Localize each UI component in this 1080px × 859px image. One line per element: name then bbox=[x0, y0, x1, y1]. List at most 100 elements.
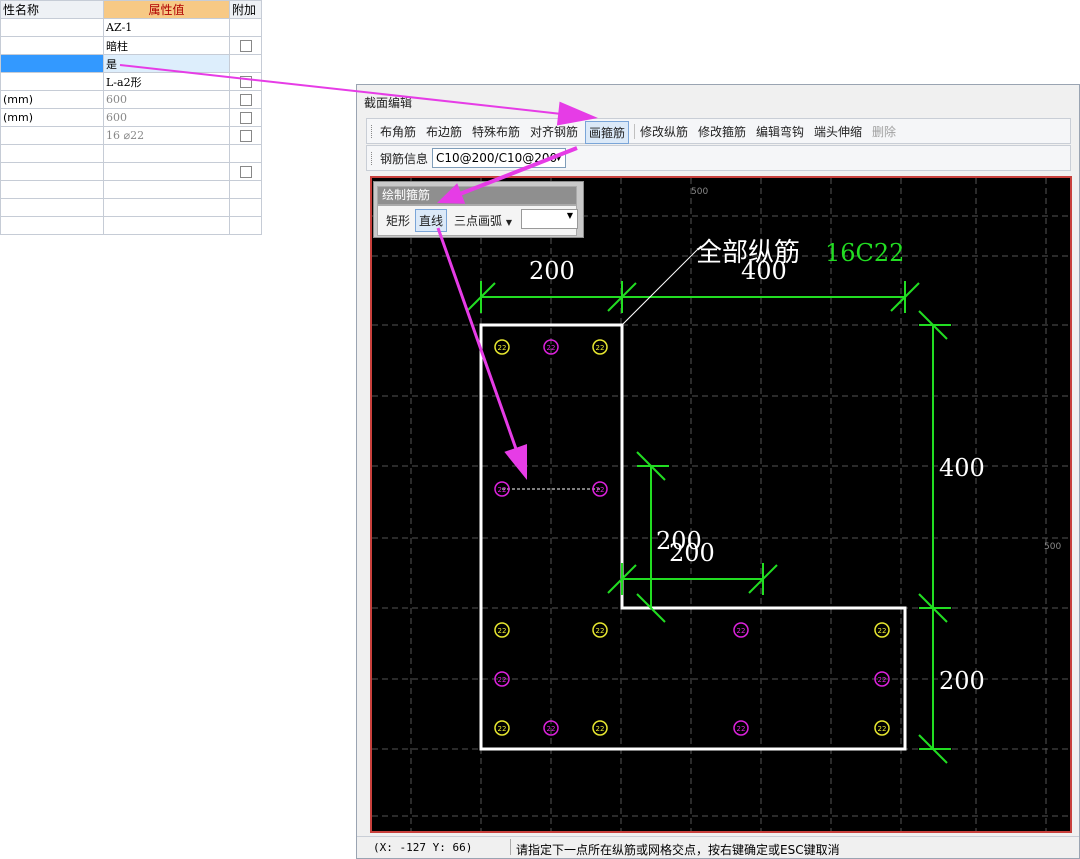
table-row[interactable] bbox=[0, 198, 262, 217]
rebar-label: 22 bbox=[737, 725, 746, 733]
attach-checkbox[interactable] bbox=[240, 40, 252, 52]
grid-label: 500 bbox=[1044, 542, 1061, 552]
property-extra bbox=[229, 198, 262, 217]
property-name bbox=[0, 144, 104, 163]
align-rebar-button[interactable]: 对齐钢筋 bbox=[530, 123, 578, 140]
draw-stirrup-button[interactable]: 画箍筋 bbox=[585, 121, 630, 144]
table-row[interactable] bbox=[0, 144, 262, 163]
rebar-label: 22 bbox=[498, 486, 507, 494]
property-value[interactable]: L-a2形 bbox=[103, 72, 230, 91]
rebar-label: 22 bbox=[498, 344, 507, 352]
rebar-info-label: 钢筋信息 bbox=[380, 152, 429, 166]
property-extra bbox=[229, 180, 262, 199]
draw-stirrup-panel-title: 绘制箍筋 bbox=[377, 186, 577, 205]
chevron-down-icon[interactable]: ▼ bbox=[506, 218, 512, 227]
table-row[interactable]: 暗柱 bbox=[0, 36, 262, 55]
table-row[interactable]: (mm) 600 bbox=[0, 90, 262, 109]
attach-checkbox[interactable] bbox=[240, 94, 252, 106]
chevron-down-icon[interactable]: ▼ bbox=[567, 211, 573, 220]
end-extend-button[interactable]: 端头伸缩 bbox=[814, 123, 862, 140]
modify-longitudinal-button[interactable]: 修改纵筋 bbox=[640, 123, 688, 140]
dimension-label: 400 bbox=[939, 454, 985, 482]
header-extra: 附加 bbox=[229, 0, 262, 19]
property-name: (mm) bbox=[0, 90, 104, 109]
property-name bbox=[0, 162, 104, 181]
delete-button[interactable]: 删除 bbox=[872, 123, 896, 140]
chevron-down-icon[interactable]: ▼ bbox=[555, 149, 562, 167]
rebar-label: 22 bbox=[498, 627, 507, 635]
property-value[interactable]: 是 bbox=[103, 54, 230, 73]
rebar-label: 22 bbox=[878, 627, 887, 635]
table-row[interactable]: L-a2形 bbox=[0, 72, 262, 91]
table-row[interactable]: 16 ⌀22 bbox=[0, 126, 262, 145]
attach-checkbox[interactable] bbox=[240, 130, 252, 142]
edit-hook-button[interactable]: 编辑弯钩 bbox=[756, 123, 804, 140]
modify-stirrup-button[interactable]: 修改箍筋 bbox=[698, 123, 746, 140]
property-extra bbox=[229, 72, 262, 91]
property-name: (mm) bbox=[0, 108, 104, 127]
toolbar-separator bbox=[634, 124, 635, 139]
table-row[interactable]: (mm) 600 bbox=[0, 108, 262, 127]
property-name bbox=[0, 36, 104, 55]
attach-checkbox[interactable] bbox=[240, 76, 252, 88]
rebar-toolbar: 布角筋 布边筋 特殊布筋 对齐钢筋 画箍筋 修改纵筋 修改箍筋 编辑弯钩 端头伸… bbox=[366, 118, 1071, 144]
rebar-label: 22 bbox=[547, 344, 556, 352]
status-message: 请指定下一点所在纵筋或网格交点，按右键确定或ESC键取消 bbox=[516, 843, 840, 857]
rebar-info-value: C10@200/C10@200 bbox=[436, 151, 558, 165]
table-row[interactable] bbox=[0, 180, 262, 199]
property-name bbox=[0, 216, 104, 235]
property-extra bbox=[229, 18, 262, 37]
status-coordinates: (X: -127 Y: 66) bbox=[373, 841, 473, 854]
rebar-label: 22 bbox=[878, 725, 887, 733]
three-point-arc-button[interactable]: 三点画弧 ▼ bbox=[454, 212, 512, 229]
rebar-label: 22 bbox=[737, 627, 746, 635]
attach-checkbox[interactable] bbox=[240, 112, 252, 124]
property-name bbox=[0, 126, 104, 145]
rebar-label: 22 bbox=[596, 627, 605, 635]
table-row[interactable] bbox=[0, 162, 262, 181]
dimension-label: 200 bbox=[669, 539, 715, 567]
status-divider bbox=[510, 839, 511, 855]
property-table-header: 性名称 属性值 附加 bbox=[0, 0, 262, 19]
property-value[interactable] bbox=[103, 180, 230, 199]
property-value[interactable]: AZ-1 bbox=[103, 18, 230, 37]
property-value[interactable] bbox=[103, 198, 230, 217]
section-drawing[interactable]: 500500200 400400200200200全部纵筋 16C2222 22 222… bbox=[372, 178, 1070, 831]
property-name bbox=[0, 198, 104, 217]
property-table: 性名称 属性值 附加 AZ-1 暗柱是 L-a2形 (mm) 600 (mm) 600 16 … bbox=[0, 0, 262, 235]
property-value[interactable]: 16 ⌀22 bbox=[103, 126, 230, 145]
line-mode-button[interactable]: 直线 bbox=[415, 209, 448, 232]
property-value[interactable]: 600 bbox=[103, 108, 230, 127]
property-name bbox=[0, 72, 104, 91]
toolbar-grip[interactable] bbox=[371, 152, 374, 165]
drawing-canvas[interactable]: 500 500 200 400 400 200 200 200 全部纵筋 16C22 22 22 22 2… bbox=[370, 176, 1072, 833]
property-extra bbox=[229, 216, 262, 235]
rebar-label: 22 bbox=[498, 676, 507, 684]
corner-rebar-button[interactable]: 布角筋 bbox=[380, 123, 416, 140]
table-row[interactable] bbox=[0, 216, 262, 235]
stirrup-style-combo[interactable]: ▼ bbox=[521, 209, 578, 229]
attach-checkbox[interactable] bbox=[240, 166, 252, 178]
editor-title: 截面编辑 bbox=[364, 96, 413, 110]
annotation-value: 16C22 bbox=[825, 239, 904, 267]
annotation-label: 全部纵筋 bbox=[696, 238, 800, 268]
table-row[interactable]: AZ-1 bbox=[0, 18, 262, 37]
grid-label: 500 bbox=[691, 187, 708, 197]
property-value[interactable] bbox=[103, 162, 230, 181]
property-value[interactable]: 暗柱 bbox=[103, 36, 230, 55]
property-value[interactable] bbox=[103, 144, 230, 163]
rebar-label: 22 bbox=[596, 344, 605, 352]
property-extra bbox=[229, 162, 262, 181]
rebar-info-select[interactable]: C10@200/C10@200 ▼ bbox=[432, 148, 566, 168]
property-value[interactable]: 600 bbox=[103, 90, 230, 109]
rectangle-mode-button[interactable]: 矩形 bbox=[386, 212, 410, 229]
header-name: 性名称 bbox=[0, 0, 104, 19]
table-row[interactable]: 是 bbox=[0, 54, 262, 73]
property-value[interactable] bbox=[103, 216, 230, 235]
edge-rebar-button[interactable]: 布边筋 bbox=[426, 123, 462, 140]
property-extra bbox=[229, 36, 262, 55]
special-rebar-button[interactable]: 特殊布筋 bbox=[472, 123, 520, 140]
rebar-label: 22 bbox=[547, 725, 556, 733]
rebar-label: 22 bbox=[596, 486, 605, 494]
toolbar-grip[interactable] bbox=[371, 125, 374, 138]
